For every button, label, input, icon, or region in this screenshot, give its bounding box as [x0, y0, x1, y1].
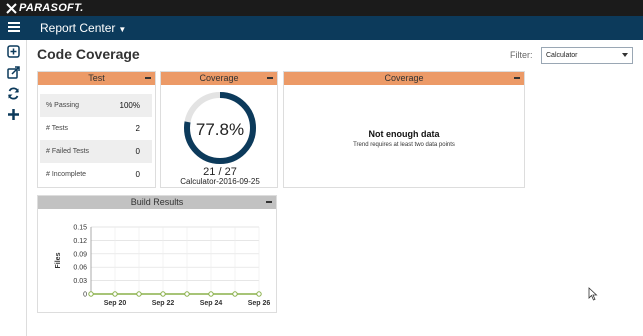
brand-text: PARASOFT.: [19, 2, 84, 14]
add-icon[interactable]: [7, 108, 20, 121]
build-results-header: Build Results: [38, 196, 276, 209]
build-results-panel: Build Results 0 0.03 0.06 0.09 0.12 0.15 Sep 2…: [37, 195, 277, 313]
trend-message: Not enough data: [368, 129, 440, 139]
test-panel: Test % Passing 100% # Tests 2 # Failed T…: [37, 71, 156, 188]
mouse-cursor-icon: [588, 287, 598, 301]
y-axis-label: Files: [55, 252, 62, 268]
nav-bar: Report Center ▼: [0, 16, 643, 40]
brand-logo: PARASOFT.: [6, 2, 84, 14]
stat-label: # Incomplete: [46, 171, 87, 178]
coverage-trend-header: Coverage: [284, 72, 524, 85]
coverage-panel: Coverage 77.8% 21 / 27 Calculator-2016-0…: [160, 71, 278, 188]
dropdown-arrow-icon: [622, 53, 628, 57]
data-point: [112, 291, 118, 297]
y-tick-label: 0.03: [73, 278, 87, 285]
stat-label: # Failed Tests: [46, 148, 90, 155]
stat-row-passing: % Passing 100%: [40, 94, 152, 117]
coverage-build: Calculator-2016-09-25: [180, 177, 260, 186]
stat-label: % Passing: [46, 102, 80, 109]
data-point: [88, 291, 94, 297]
y-tick-label: 0.12: [73, 238, 87, 245]
data-point: [232, 291, 238, 297]
filter-value: Calculator: [546, 52, 578, 59]
parasoft-logo-icon: [6, 2, 17, 14]
filter-label: Filter:: [510, 50, 533, 60]
y-tick-label: 0.06: [73, 265, 87, 272]
x-tick-label: Sep 26: [248, 300, 271, 307]
sidebar: [0, 40, 27, 336]
coverage-trend-panel: Coverage Not enough data Trend requires …: [283, 71, 525, 188]
add-widget-icon[interactable]: [7, 45, 20, 58]
page-title: Code Coverage: [37, 46, 140, 62]
coverage-percent: 77.8%: [195, 120, 245, 139]
coverage-panel-title: Coverage: [199, 73, 239, 83]
stat-row-incomplete: # Incomplete 0: [40, 163, 152, 186]
data-point: [184, 291, 190, 297]
y-tick-label: 0.09: [73, 251, 87, 258]
caret-down-icon: ▼: [118, 25, 127, 34]
test-panel-title: Test: [88, 73, 105, 83]
refresh-icon[interactable]: [7, 87, 20, 100]
menu-icon[interactable]: [8, 22, 20, 34]
test-panel-header: Test: [38, 72, 155, 85]
data-point: [160, 291, 166, 297]
stat-value: 0: [135, 147, 140, 156]
x-tick-label: Sep 24: [200, 300, 223, 307]
stat-label: # Tests: [46, 125, 69, 132]
stat-value: 0: [135, 170, 140, 179]
export-icon[interactable]: [7, 66, 20, 79]
collapse-icon[interactable]: [145, 77, 151, 79]
stat-row-failed: # Failed Tests 0: [40, 140, 152, 163]
collapse-icon[interactable]: [514, 77, 520, 79]
collapse-icon[interactable]: [266, 201, 272, 203]
stat-value: 2: [135, 124, 140, 133]
top-bar: PARASOFT.: [0, 0, 643, 16]
coverage-panel-header: Coverage: [161, 72, 277, 85]
data-point: [256, 291, 262, 297]
filter-select[interactable]: Calculator: [541, 47, 633, 64]
x-tick-label: Sep 20: [104, 300, 127, 307]
stat-row-tests: # Tests 2: [40, 117, 152, 140]
x-tick-label: Sep 22: [152, 300, 175, 307]
y-tick-label: 0.15: [73, 225, 87, 232]
stat-value: 100%: [119, 101, 140, 110]
trend-submessage: Trend requires at least two data points: [353, 142, 455, 148]
data-point: [136, 291, 142, 297]
data-point: [208, 291, 214, 297]
y-tick-label: 0: [83, 292, 87, 299]
collapse-icon[interactable]: [267, 77, 273, 79]
app-title-label: Report Center: [40, 21, 116, 35]
coverage-trend-title: Coverage: [384, 73, 424, 83]
build-results-title: Build Results: [130, 197, 184, 207]
app-title-dropdown[interactable]: Report Center ▼: [40, 21, 126, 35]
build-results-chart: 0 0.03 0.06 0.09 0.12 0.15 Sep 20 Sep 22 Sep 24 S…: [55, 225, 271, 308]
